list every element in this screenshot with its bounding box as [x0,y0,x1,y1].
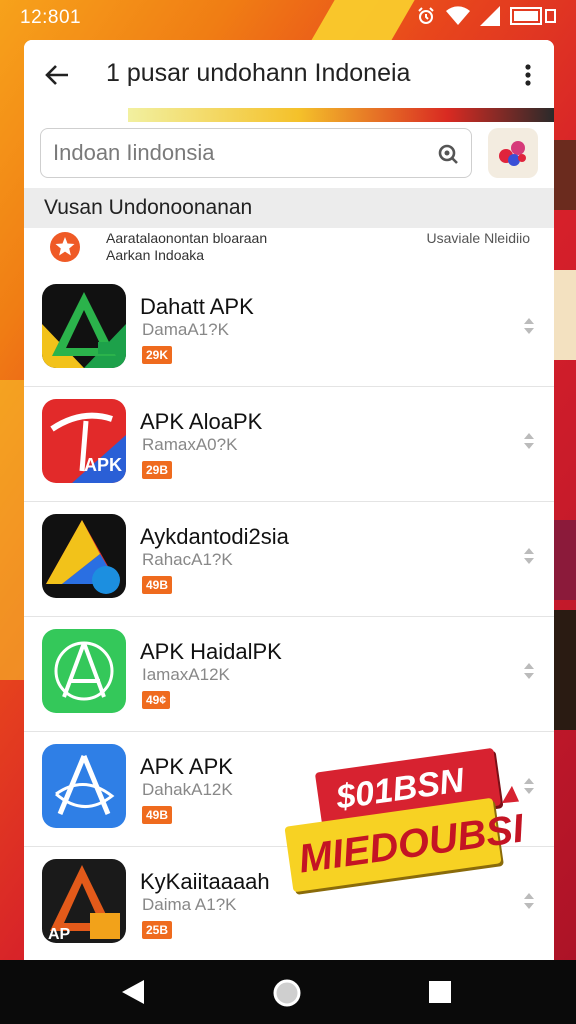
app-subtitle: DahakA12K [142,780,233,799]
app-badge: 29B [142,461,173,479]
app-store-panel: 1 pusar undohann Indoneia Vusa [24,40,554,960]
download-icon[interactable] [522,776,536,796]
promo-subtitle: Aarkan Indoaka [106,247,205,263]
app-subtitle: Daima A1?K [142,895,237,914]
alarm-icon [418,7,434,24]
status-icons [416,6,556,26]
promo-title: Aaratalaonontan bloaraan [106,230,268,246]
app-badge: 25B [142,921,173,939]
download-icon[interactable] [522,661,536,681]
list-item[interactable]: AP KyKaiitaaaah Daima A1?K 25B [24,847,554,960]
app-name: Aykdantodi2sia [140,524,289,549]
list-item[interactable]: Aykdantodi2sia RahacA1?K 49B [24,502,554,617]
app-badge: 49B [142,806,173,824]
search-input[interactable] [53,139,423,167]
app-logo-icon [42,744,126,828]
search-box[interactable] [40,128,472,178]
promo-row[interactable]: Aaratalaonontan bloaraan Aarkan Indoaka … [24,230,554,270]
section-header: Vusan Undonoonanan [24,188,554,228]
list-item[interactable]: APK APK AloaPK RamaxA0?K 29B [24,387,554,502]
svg-text:AP: AP [48,926,71,943]
nav-recents-icon[interactable] [428,980,452,1004]
search-row [24,122,554,184]
list-item[interactable]: APK HaidalPK IamaxA12K 49¢ [24,617,554,732]
list-item[interactable]: APK APK DahakA12K 49B [24,732,554,847]
app-badge: 49¢ [142,691,171,709]
signal-icon [480,6,500,26]
navigation-bar [0,960,576,1024]
download-icon[interactable] [522,316,536,336]
app-name: APK APK [140,754,233,779]
app-badge: 29K [142,346,173,364]
app-name: Dahatt APK [140,294,254,319]
download-icon[interactable] [522,891,536,911]
status-time: 12:801 [20,7,82,28]
search-icon[interactable] [437,143,459,165]
more-vert-icon[interactable] [516,60,540,90]
app-name: KyKaiitaaaah [140,869,270,894]
app-bar: 1 pusar undohann Indoneia [24,40,554,108]
app-logo-icon: AP [42,859,126,943]
app-subtitle: RamaxA0?K [142,435,238,454]
nav-home-icon[interactable] [272,978,302,1008]
app-name: APK AloaPK [140,409,263,434]
app-logo-icon [42,284,126,368]
list-item[interactable]: Dahatt APK DamaA1?K 29K [24,272,554,387]
banner-strip [128,108,554,122]
app-subtitle: IamaxA12K [142,665,230,684]
app-logo-icon [42,514,126,598]
download-icon[interactable] [522,431,536,451]
download-icon[interactable] [522,546,536,566]
share-button[interactable] [488,128,538,178]
status-bar: 12:801 [0,0,576,34]
app-subtitle: RahacA1?K [142,550,233,569]
share-icon [499,141,526,166]
arrow-left-icon[interactable] [42,60,72,90]
page-title: 1 pusar undohann Indoneia [106,59,411,87]
app-list: Dahatt APK DamaA1?K 29K APK APK AloaPK R… [24,272,554,960]
svg-text:APK: APK [84,455,122,475]
app-badge: 49B [142,576,173,594]
battery-icon [510,7,556,25]
app-subtitle: DamaA1?K [142,320,229,339]
nav-back-icon[interactable] [120,978,146,1006]
promo-meta: Usaviale Nleidiio [426,230,531,246]
app-logo-icon: APK [42,399,126,483]
star-badge-icon [50,232,80,262]
app-logo-icon [42,629,126,713]
section-title: Vusan Undonoonanan [44,196,253,219]
wifi-icon [446,6,470,26]
app-name: APK HaidalPK [140,639,282,664]
